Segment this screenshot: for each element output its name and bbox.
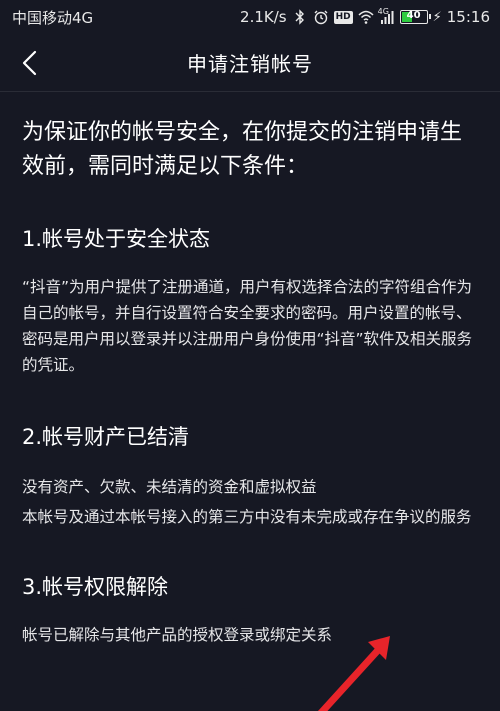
- nav-header: 申请注销帐号: [0, 34, 500, 92]
- alarm-icon: [314, 10, 328, 25]
- bluetooth-icon: [295, 9, 304, 25]
- chevron-left-icon: [22, 50, 37, 76]
- intro-text: 为保证你的帐号安全，在你提交的注销申请生效前，需同时满足以下条件：: [22, 120, 463, 179]
- main-content: 为保证你的帐号安全，在你提交的注销申请生效前，需同时满足以下条件： 1.帐号处于…: [22, 92, 482, 648]
- status-bar: 中国移动4G 2.1K/s HD 4G 40 ⚡ 15:16: [0, 0, 500, 34]
- annotation-arrow-icon: [317, 636, 390, 711]
- section-3-paragraph-1: 帐号已解除与其他产品的授权登录或绑定关系: [22, 626, 333, 644]
- section-2-paragraph-2: 本帐号及通过本帐号接入的第三方中没有未完成或存在争议的服务: [22, 508, 472, 526]
- wifi-icon: [358, 10, 374, 24]
- clock: 15:16: [446, 8, 490, 26]
- hd-icon: HD: [333, 10, 353, 24]
- section-heading-3: 3.帐号权限解除: [22, 575, 169, 599]
- section-heading-1: 1.帐号处于安全状态: [22, 227, 211, 251]
- back-button[interactable]: [14, 48, 46, 78]
- carrier-label: 中国移动4G: [12, 8, 94, 27]
- network-speed: 2.1K/s: [240, 8, 287, 26]
- status-icons: 2.1K/s HD 4G 40 ⚡ 15:16: [240, 7, 490, 26]
- section-heading-2: 2.帐号财产已结清: [22, 425, 190, 449]
- battery-icon: 40: [399, 10, 431, 24]
- app-screen: 中国移动4G 2.1K/s HD 4G 40 ⚡ 15:16 申请注销帐号 为保…: [0, 0, 500, 711]
- cell-signal: 4G: [377, 7, 395, 25]
- section-1-paragraph: “抖音”为用户提供了注册通道，用户有权选择合法的字符组合作为自己的帐号，并自行设…: [22, 278, 473, 374]
- battery-percent: 40: [406, 10, 421, 21]
- charging-icon: ⚡: [432, 9, 442, 25]
- page-title: 申请注销帐号: [187, 52, 313, 76]
- network-type-label: 4G: [377, 7, 389, 16]
- section-2-paragraph-1: 没有资产、欠款、未结清的资金和虚拟权益: [22, 478, 317, 496]
